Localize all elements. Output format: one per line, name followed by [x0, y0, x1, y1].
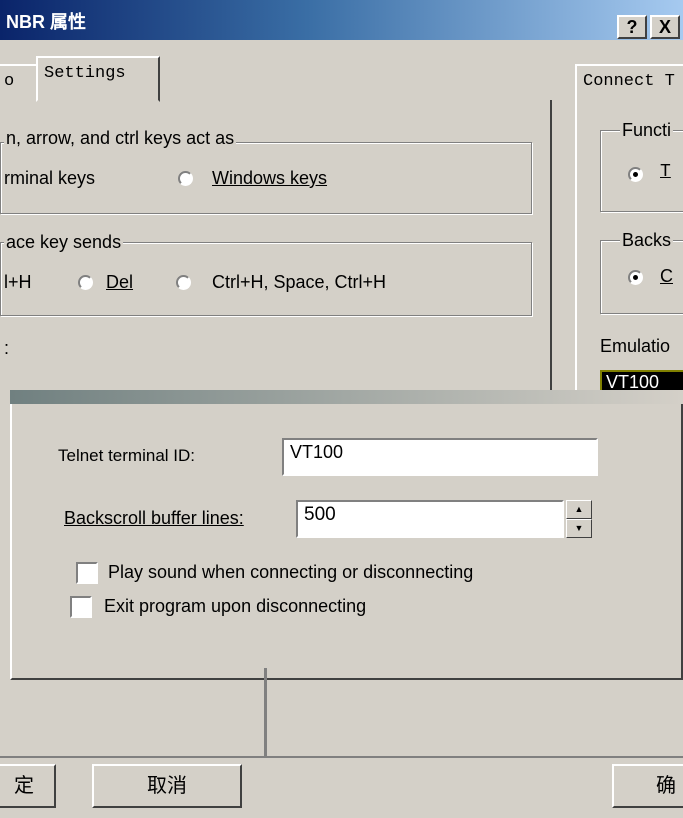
- backspace-group-label: ace key sends: [4, 232, 124, 253]
- ok-button-left[interactable]: 定: [0, 764, 56, 808]
- func-radio[interactable]: [628, 167, 643, 182]
- tab-connect[interactable]: Connect T: [575, 64, 683, 104]
- ok-button-right[interactable]: 确: [612, 764, 683, 808]
- cancel-button[interactable]: 取消: [92, 764, 242, 808]
- func-group-label: Functi: [620, 120, 674, 141]
- func-option-label[interactable]: T: [660, 162, 671, 182]
- stepper-down-icon[interactable]: ▼: [566, 519, 592, 538]
- terminal-keys-label[interactable]: rminal keys: [4, 168, 95, 189]
- terminal-id-input[interactable]: VT100: [282, 438, 598, 476]
- exit-label[interactable]: Exit program upon disconnecting: [104, 596, 366, 617]
- ctrlh-space-label[interactable]: Ctrl+H, Space, Ctrl+H: [212, 272, 386, 293]
- stepper-up-icon[interactable]: ▲: [566, 500, 592, 519]
- play-sound-checkbox[interactable]: [76, 562, 98, 584]
- colon-label: :: [4, 338, 10, 358]
- keys-group-label: n, arrow, and ctrl keys act as: [4, 128, 237, 149]
- dialog-title-strip: [10, 390, 683, 404]
- del-label[interactable]: Del: [106, 272, 133, 293]
- ctrlh-space-radio[interactable]: [176, 275, 191, 290]
- terminal-id-label: Telnet terminal ID:: [58, 446, 195, 465]
- close-button[interactable]: X: [650, 15, 680, 39]
- back-radio[interactable]: [628, 270, 643, 285]
- del-radio[interactable]: [78, 275, 93, 290]
- tab-settings[interactable]: Settings: [36, 56, 160, 102]
- backscroll-input[interactable]: 500: [296, 500, 564, 538]
- title-bar: [0, 0, 683, 40]
- help-button[interactable]: ?: [617, 15, 647, 39]
- emulation-label: Emulatio: [600, 336, 671, 356]
- divider: [264, 668, 267, 756]
- separator-line: [0, 756, 683, 758]
- backscroll-label: Backscroll buffer lines:: [64, 508, 244, 528]
- tab-partial[interactable]: o: [0, 64, 36, 100]
- windows-keys-radio[interactable]: [178, 171, 193, 186]
- windows-keys-label[interactable]: Windows keys: [212, 168, 327, 189]
- back-group-label: Backs: [620, 230, 674, 251]
- window-title: NBR 属性: [6, 12, 86, 32]
- play-sound-label[interactable]: Play sound when connecting or disconnect…: [108, 562, 473, 583]
- exit-checkbox[interactable]: [70, 596, 92, 618]
- ctrlh-label[interactable]: l+H: [4, 272, 32, 293]
- backscroll-stepper[interactable]: ▲ ▼: [566, 500, 592, 538]
- back-option-label[interactable]: C: [660, 266, 673, 287]
